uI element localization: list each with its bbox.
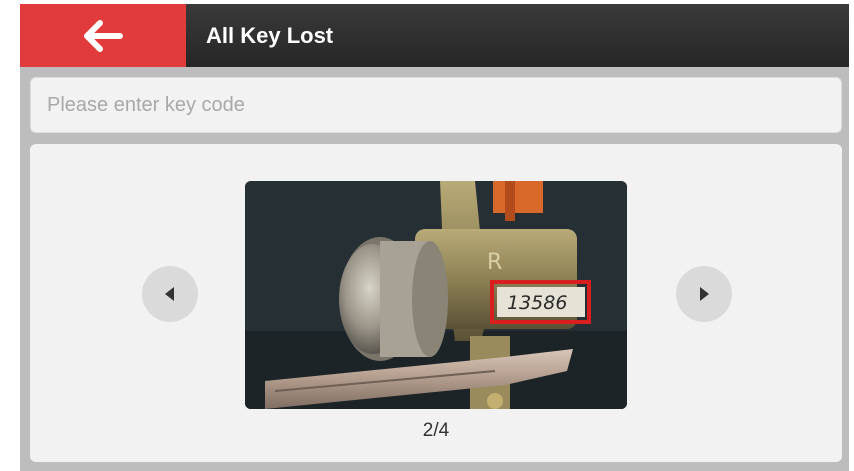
key-code-stamp: 13586 <box>507 292 567 314</box>
key-code-location-photo: R 13586 <box>245 181 627 409</box>
caret-right-icon <box>700 287 709 301</box>
app-window: All Key Lost Please enter key code R 135… <box>20 4 849 471</box>
previous-image-button[interactable] <box>142 266 198 322</box>
page-title: All Key Lost <box>206 23 334 48</box>
lock-stamp-r: R <box>487 250 502 275</box>
key-code-input[interactable] <box>31 78 841 132</box>
image-gallery-panel: R 13586 2/4 <box>30 144 842 462</box>
back-button[interactable] <box>20 4 186 67</box>
next-image-button[interactable] <box>676 266 732 322</box>
caret-left-icon <box>165 287 174 301</box>
page-indicator: 2/4 <box>422 420 450 441</box>
arrow-left-icon <box>84 19 123 52</box>
top-bar: All Key Lost <box>20 4 849 67</box>
key-code-field[interactable] <box>30 77 842 133</box>
